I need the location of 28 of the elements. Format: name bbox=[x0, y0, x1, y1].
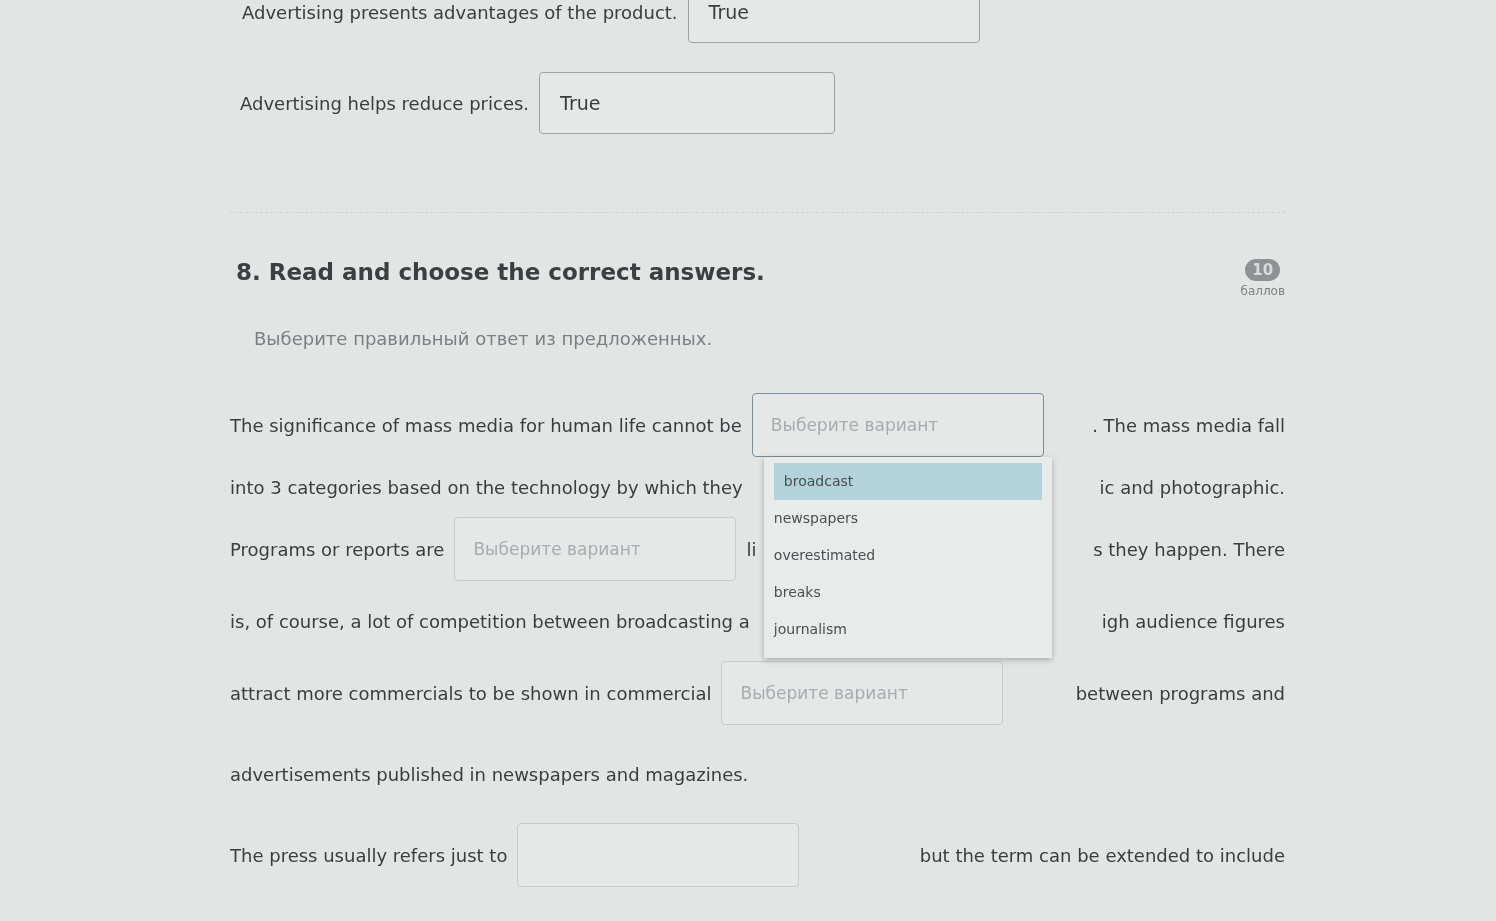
instruction-text: Выберите правильный ответ из предложенных. bbox=[254, 328, 714, 349]
passage-text: s they happen. There bbox=[1093, 538, 1285, 560]
passage-text: li bbox=[746, 538, 757, 560]
passage-text: advertisements published in newspapers and magazines. bbox=[230, 763, 749, 785]
passage-text: ic and photographic. bbox=[1099, 476, 1285, 498]
passage-text: . The mass media fall bbox=[1092, 414, 1285, 436]
answer-select[interactable] bbox=[517, 823, 800, 887]
passage-text: is, of course, a lot of competition between broadcasting a bbox=[230, 610, 750, 632]
passage-text: The press usually refers just to bbox=[230, 844, 508, 866]
passage-text: The significance of mass media for human life cannot be bbox=[230, 414, 742, 436]
passage-text: between programs and bbox=[1075, 682, 1285, 704]
answer-select[interactable]: True bbox=[539, 72, 836, 134]
passage-text: Programs or reports are bbox=[230, 538, 445, 560]
question-title: 8. Read and choose the correct answers. bbox=[236, 259, 765, 285]
dropdown-option[interactable]: newspapers bbox=[763, 500, 1052, 537]
passage-text: but the term can be extended to include bbox=[919, 844, 1285, 866]
dropdown-option[interactable]: broadcast bbox=[773, 463, 1042, 500]
points-badge: 10 bbox=[1245, 259, 1281, 281]
answer-select[interactable]: True bbox=[687, 0, 980, 43]
dropdown-option[interactable]: journalism bbox=[763, 611, 1052, 648]
dropdown-option[interactable]: breaks bbox=[763, 574, 1052, 611]
passage-text: attract more commercials to be shown in commercial bbox=[230, 682, 712, 704]
passage-text: igh audience figures bbox=[1101, 610, 1285, 632]
statement-text: Advertising presents advantages of the product. bbox=[242, 1, 678, 23]
passage-text: into 3 categories based on the technology by which they bbox=[230, 476, 743, 498]
statement-text: Advertising helps reduce prices. bbox=[240, 92, 530, 114]
points-label: баллов bbox=[1240, 284, 1285, 298]
dropdown-option[interactable]: overestimated bbox=[763, 537, 1052, 574]
